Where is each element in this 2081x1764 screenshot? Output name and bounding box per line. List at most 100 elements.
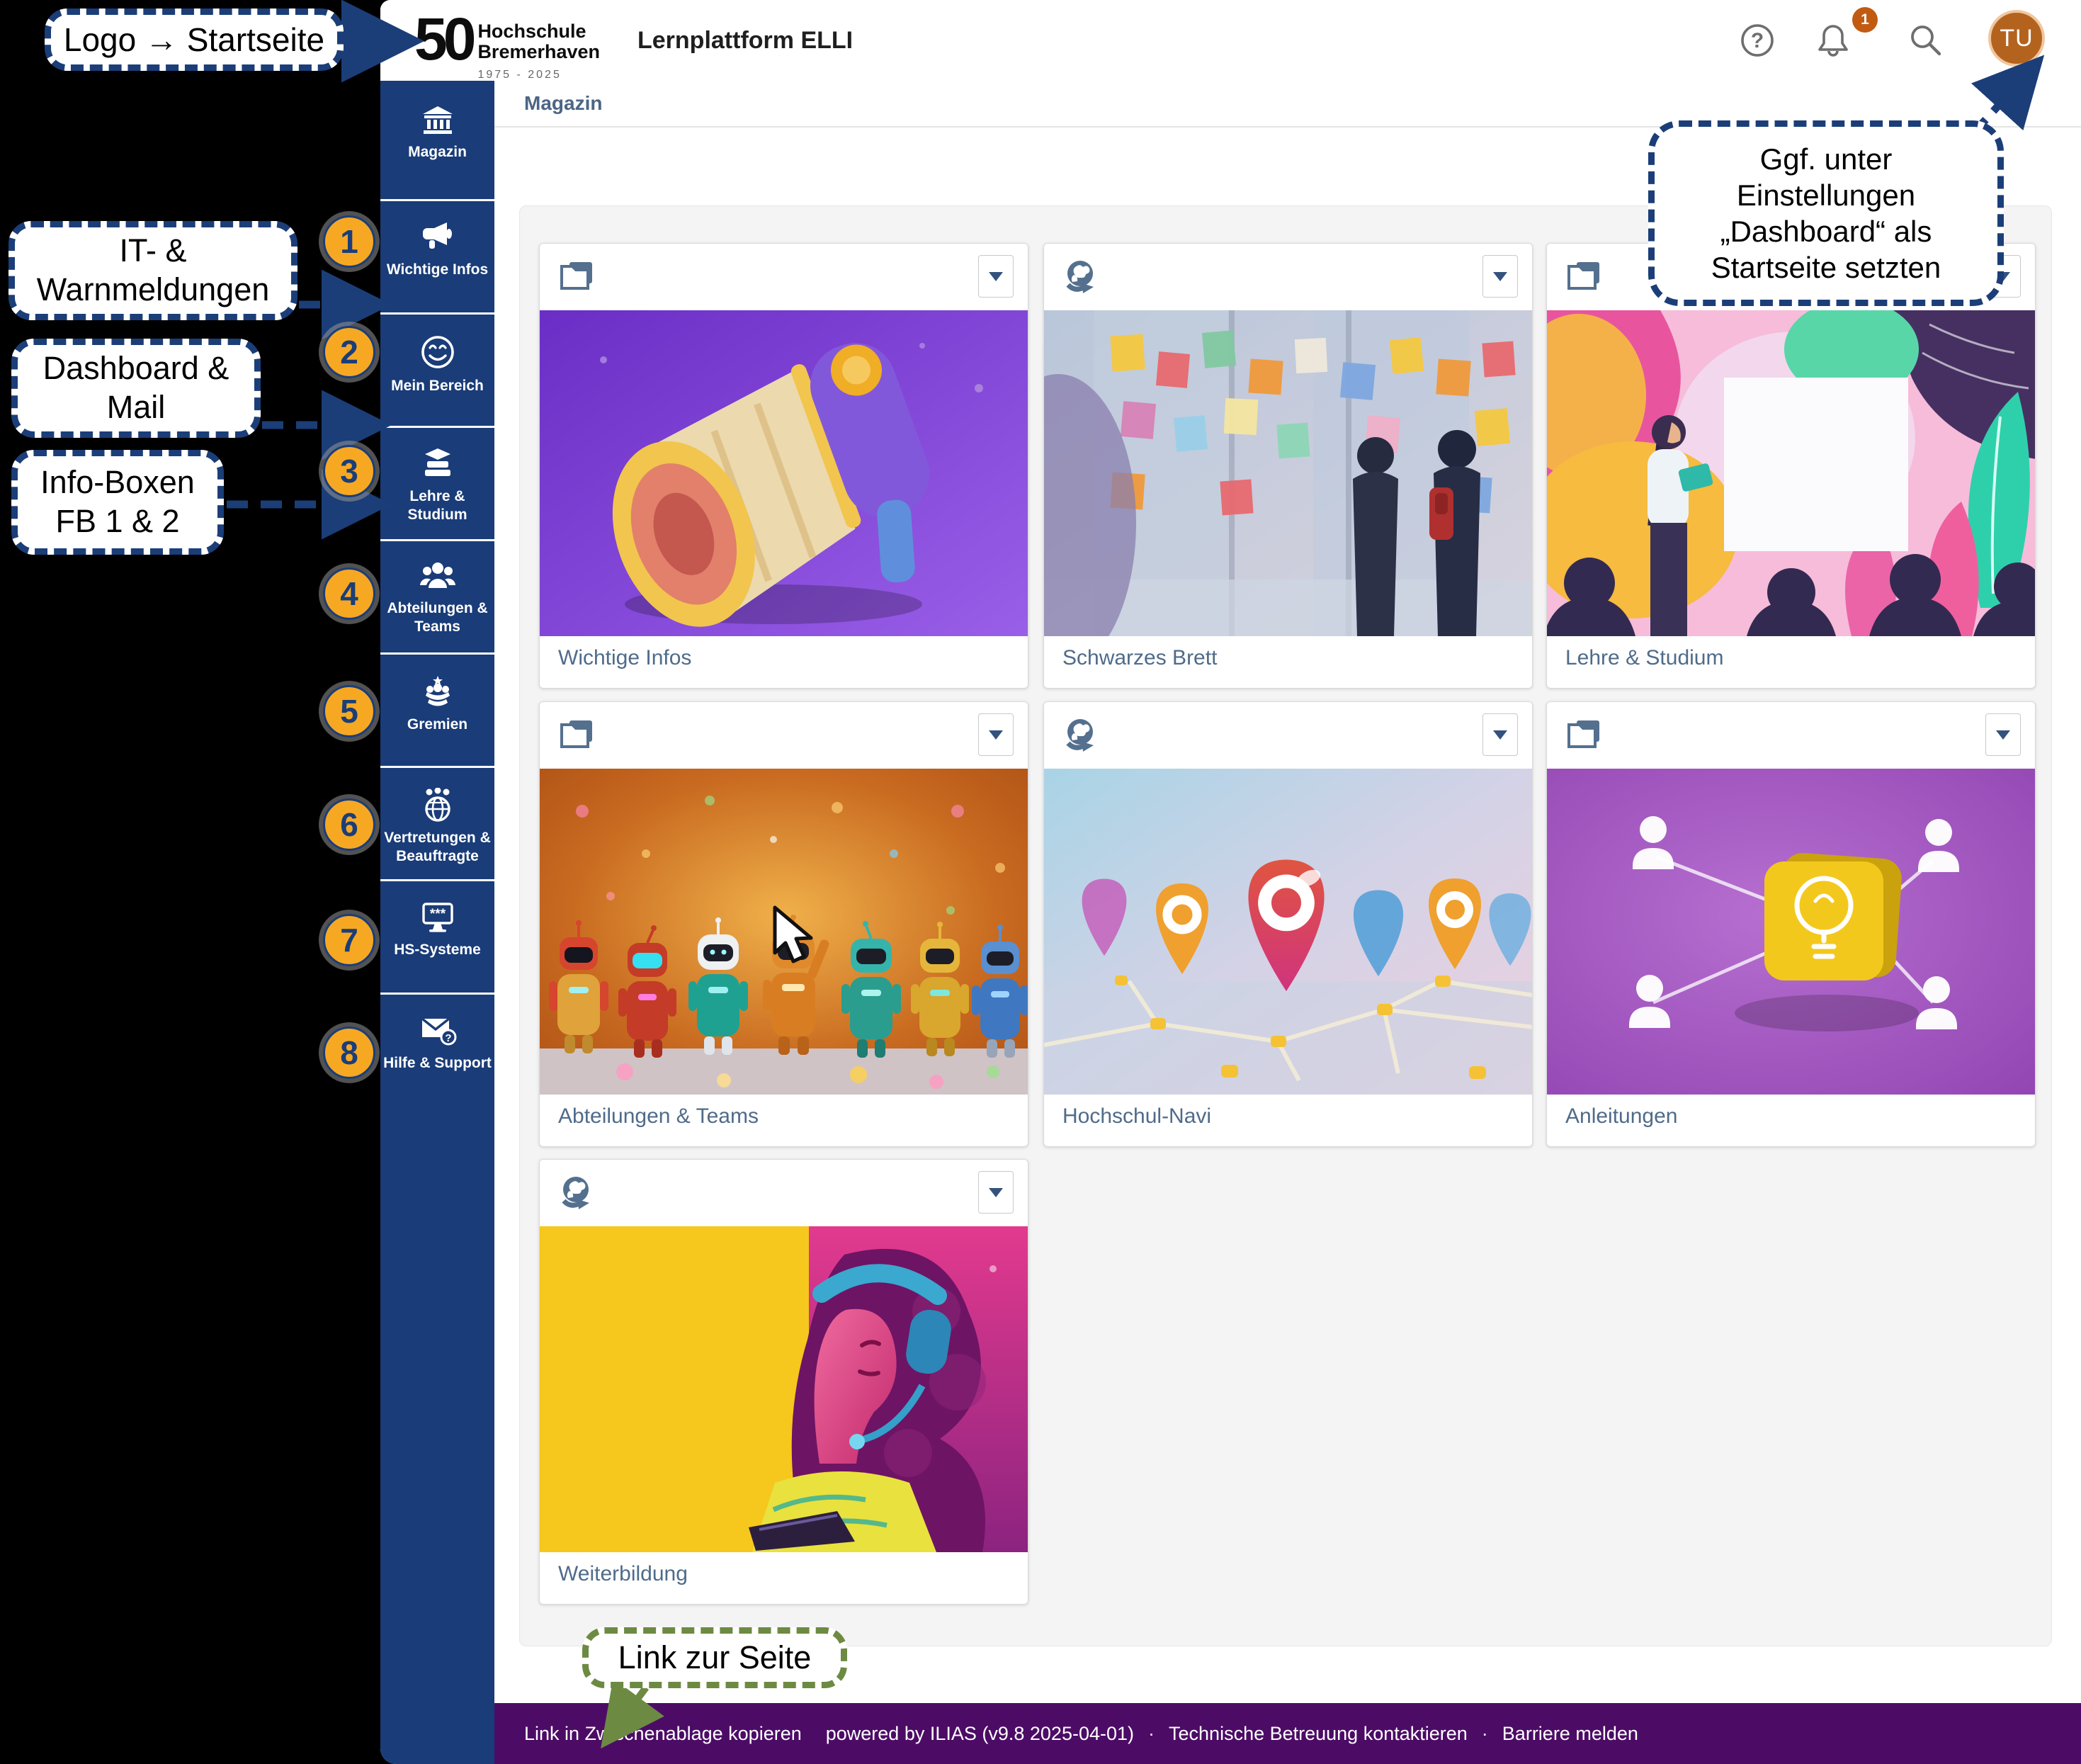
chevron-down-icon (989, 1188, 1003, 1197)
screenshot-stage: 50 Hochschule Bremerhaven 1975 - 2025 Le… (0, 0, 2081, 1764)
sidebar-item-hs-systeme[interactable]: *** HS-Systeme (380, 879, 494, 993)
card-wichtige-infos[interactable]: Wichtige Infos (539, 243, 1028, 689)
bank-icon (421, 105, 455, 136)
sidebar-item-label: Abteilungen & Teams (380, 599, 494, 635)
search-button[interactable] (1901, 0, 1951, 81)
chevron-down-icon (989, 730, 1003, 740)
svg-text:?: ? (1751, 29, 1764, 52)
folder-icon (558, 716, 595, 752)
annotation-number-1: 1 (323, 215, 375, 268)
card-schwarzes-brett[interactable]: Schwarzes Brett (1043, 243, 1533, 689)
card-weiterbildung[interactable]: Weiterbildung (539, 1159, 1028, 1605)
mail-question-icon: ? (419, 1014, 457, 1047)
callout-it-warnmeldungen: IT- & Warnmeldungen (8, 221, 297, 320)
sidebar-item-label: Wichtige Infos (384, 261, 491, 279)
card-actions-dropdown[interactable] (1482, 255, 1518, 298)
globe-people-icon (420, 788, 455, 822)
footer-powered-by[interactable]: powered by ILIAS (v9.8 2025-04-01) (826, 1723, 1134, 1745)
sidebar-item-label: Magazin (405, 143, 470, 162)
card-image-map-pins (1044, 769, 1532, 1095)
sidebar-item-abteilungen-teams[interactable]: Abteilungen & Teams (380, 539, 494, 652)
card-actions-dropdown[interactable] (978, 713, 1014, 756)
folder-icon (1565, 716, 1602, 752)
notification-count-badge: 1 (1852, 7, 1878, 33)
logo-line2: Bremerhaven (477, 42, 600, 62)
chevron-down-icon (989, 272, 1003, 281)
annotation-number-3: 3 (323, 445, 375, 497)
card-hochschul-navi[interactable]: Hochschul-Navi (1043, 701, 1533, 1147)
smiley-icon (420, 334, 455, 370)
card-actions-dropdown[interactable] (1482, 713, 1518, 756)
callout-link-zur-seite: Link zur Seite (582, 1627, 847, 1688)
card-title[interactable]: Wichtige Infos (558, 646, 691, 670)
card-image-lightbulb (1547, 769, 2035, 1095)
card-title[interactable]: Schwarzes Brett (1062, 646, 1217, 670)
megaphone-icon (420, 221, 455, 254)
monitor-icon: *** (419, 901, 456, 934)
help-button[interactable]: ? (1733, 0, 1782, 81)
sidebar-item-hilfe-support[interactable]: ? Hilfe & Support (380, 993, 494, 1106)
annotation-number-8: 8 (323, 1027, 375, 1079)
footer-separator: · (1482, 1723, 1488, 1745)
sidebar-item-label: Mein Bereich (388, 377, 487, 395)
sidebar-item-vertretungen[interactable]: Vertretungen & Beauftragte (380, 766, 494, 879)
sidebar-item-label: HS-Systeme (391, 941, 484, 959)
footer-link-copy[interactable]: Link in Zwischenablage kopieren (524, 1723, 802, 1745)
search-icon (1907, 21, 1945, 60)
books-cap-icon (420, 448, 455, 480)
callout-dashboard-mail: Dashboard & Mail (11, 339, 261, 438)
card-title[interactable]: Weiterbildung (558, 1562, 688, 1586)
sidebar-item-lehre-studium[interactable]: Lehre & Studium (380, 426, 494, 539)
logo-50-mark: 50 (414, 6, 472, 73)
bell-icon (1814, 21, 1852, 60)
footer-link-support[interactable]: Technische Betreuung kontaktieren (1169, 1723, 1468, 1745)
callout-infoboxen: Info-Boxen FB 1 & 2 (11, 450, 224, 555)
folder-icon (558, 258, 595, 293)
logo-text: Hochschule Bremerhaven 1975 - 2025 (477, 21, 600, 85)
card-title[interactable]: Anleitungen (1565, 1104, 1677, 1129)
sidebar-item-label: Lehre & Studium (380, 487, 494, 524)
sidebar-item-wichtige-infos[interactable]: Wichtige Infos (380, 199, 494, 312)
callout-logo-startseite: Logo → Startseite (45, 9, 344, 71)
chevron-down-icon (1493, 272, 1507, 281)
sidebar-item-mein-bereich[interactable]: Mein Bereich (380, 312, 494, 426)
app-header: 50 Hochschule Bremerhaven 1975 - 2025 Le… (380, 0, 2081, 81)
card-actions-dropdown[interactable] (978, 255, 1014, 298)
card-image-robots (540, 769, 1028, 1095)
user-avatar[interactable]: TU (1988, 10, 2045, 67)
card-actions-dropdown[interactable] (978, 1171, 1014, 1214)
folder-icon (1565, 258, 1602, 293)
card-header (1044, 244, 1532, 310)
weblink-icon (558, 1174, 595, 1211)
card-image-presentation (1547, 310, 2035, 636)
annotation-number-4: 4 (323, 567, 375, 620)
footer-link-barrier[interactable]: Barriere melden (1502, 1723, 1638, 1745)
card-header (540, 702, 1028, 769)
breadcrumb[interactable]: Magazin (524, 92, 602, 115)
card-title[interactable]: Hochschul-Navi (1062, 1104, 1211, 1129)
university-logo[interactable]: 50 Hochschule Bremerhaven 1975 - 2025 (414, 6, 600, 85)
card-image-sticky-notes (1044, 310, 1532, 636)
card-anleitungen[interactable]: Anleitungen (1546, 701, 2036, 1147)
card-header (540, 1160, 1028, 1226)
card-abteilungen-teams[interactable]: Abteilungen & Teams (539, 701, 1028, 1147)
annotation-number-5: 5 (323, 685, 375, 737)
people-group-icon (419, 561, 456, 592)
svg-text:?: ? (445, 1032, 451, 1044)
card-header (1547, 702, 2035, 769)
card-image-headphones-person (540, 1226, 1028, 1552)
card-title[interactable]: Lehre & Studium (1565, 646, 1723, 670)
card-lehre-studium[interactable]: Lehre & Studium (1546, 243, 2036, 689)
footer-separator: · (1148, 1723, 1155, 1745)
help-icon: ? (1739, 22, 1776, 59)
card-actions-dropdown[interactable] (1985, 713, 2021, 756)
sidebar-item-gremien[interactable]: Gremien (380, 652, 494, 766)
sidebar-item-label: Vertretungen & Beauftragte (380, 829, 494, 865)
card-image-megaphone (540, 310, 1028, 636)
notifications-button[interactable] (1808, 0, 1858, 81)
sidebar-item-magazin[interactable]: Magazin (380, 81, 494, 199)
page-title: Lernplattform ELLI (637, 0, 853, 81)
card-title[interactable]: Abteilungen & Teams (558, 1104, 759, 1129)
card-header (1044, 702, 1532, 769)
annotation-number-7: 7 (323, 914, 375, 966)
